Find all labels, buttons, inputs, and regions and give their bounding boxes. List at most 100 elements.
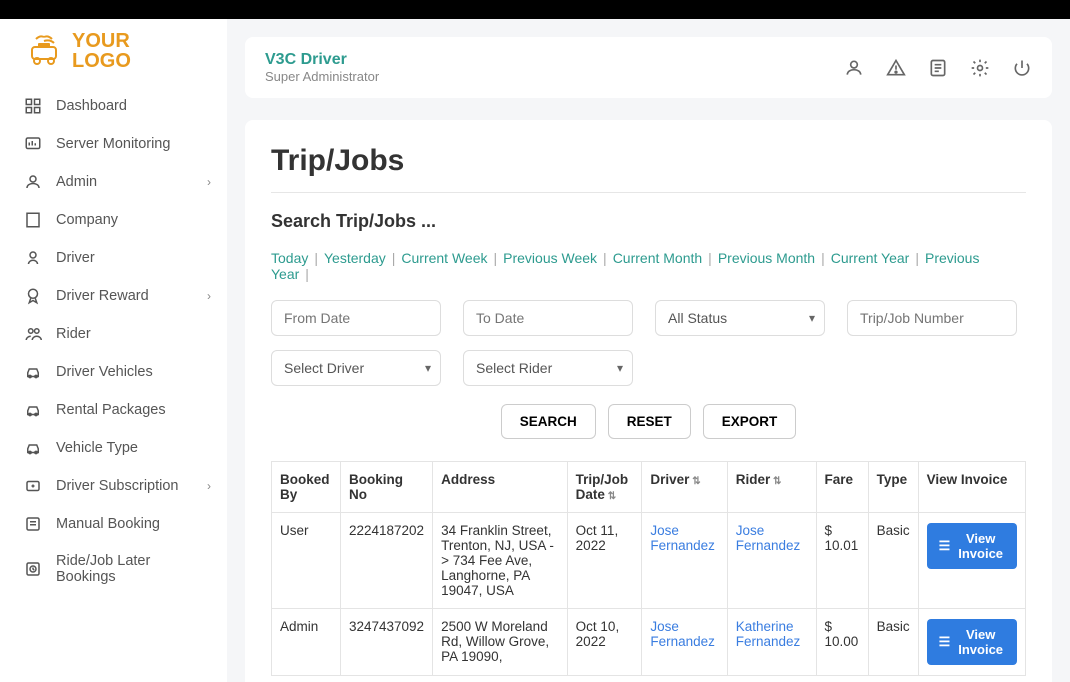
export-button[interactable]: EXPORT [703,404,797,439]
th-driver[interactable]: Driver [642,462,727,513]
trips-table: Booked By Booking No Address Trip/Job Da… [271,461,1026,676]
th-booked-by[interactable]: Booked By [272,462,341,513]
quick-link-previous-week[interactable]: Previous Week [503,250,597,266]
th-rider[interactable]: Rider [727,462,816,513]
brand-logo[interactable]: YOUR LOGO [0,31,227,87]
th-fare[interactable]: Fare [816,462,868,513]
car-icon [24,363,42,381]
sidebar-item-ride-job-later-bookings[interactable]: Ride/Job Later Bookings [0,543,227,595]
monitor-icon [24,135,42,153]
sidebar-item-dashboard[interactable]: Dashboard [0,87,227,125]
th-trip-date[interactable]: Trip/Job Date [567,462,642,513]
cell-date: Oct 11, 2022 [567,513,642,609]
topbar: V3C Driver Super Administrator [245,37,1052,98]
status-select[interactable]: All Status [655,300,825,336]
view-invoice-button[interactable]: ☰ View Invoice [927,619,1017,665]
to-date-input[interactable] [463,300,633,336]
user-icon[interactable] [844,58,864,78]
sidebar-item-manual-booking[interactable]: Manual Booking [0,505,227,543]
cell-fare: $ 10.01 [816,513,868,609]
sidebar-item-label: Driver Reward [56,288,149,304]
th-type[interactable]: Type [868,462,918,513]
th-booking-no[interactable]: Booking No [340,462,432,513]
rider-icon [24,325,42,343]
sidebar-item-driver-reward[interactable]: Driver Reward › [0,277,227,315]
nav-list: Dashboard Server Monitoring Admin › Company D… [0,87,227,595]
note-icon[interactable] [928,58,948,78]
rider-link[interactable]: Katherine Fernandez [736,619,801,649]
sidebar-item-label: Rider [56,326,91,342]
driver-link[interactable]: Jose Fernandez [650,523,715,553]
th-address[interactable]: Address [433,462,568,513]
driver-select[interactable]: Select Driver [271,350,441,386]
main-content: V3C Driver Super Administrator Trip/Jobs… [227,19,1070,682]
sidebar-item-label: Driver [56,250,95,266]
chevron-right-icon: › [207,289,211,303]
filters-row-1: All Status [271,300,1026,336]
cell-fare: $ 10.00 [816,609,868,676]
cell-booked-by: Admin [272,609,341,676]
quick-link-today[interactable]: Today [271,250,308,266]
power-icon[interactable] [1012,58,1032,78]
cell-address: 34 Franklin Street, Trenton, NJ, USA -> … [433,513,568,609]
company-icon [24,211,42,229]
cell-booking-no: 2224187202 [340,513,432,609]
sidebar-item-rider[interactable]: Rider [0,315,227,353]
sidebar-item-driver[interactable]: Driver [0,239,227,277]
sidebar-item-server-monitoring[interactable]: Server Monitoring [0,125,227,163]
th-view-invoice[interactable]: View Invoice [918,462,1025,513]
cell-rider: Katherine Fernandez [727,609,816,676]
quick-link-current-week[interactable]: Current Week [401,250,487,266]
cell-driver: Jose Fernandez [642,609,727,676]
quick-link-previous-month[interactable]: Previous Month [718,250,815,266]
quick-link-current-month[interactable]: Current Month [613,250,702,266]
cell-type: Basic [868,609,918,676]
sidebar-item-rental-packages[interactable]: Rental Packages [0,391,227,429]
reset-button[interactable]: RESET [608,404,691,439]
quick-link-current-year[interactable]: Current Year [831,250,910,266]
subscription-icon [24,477,42,495]
content-panel: Trip/Jobs Search Trip/Jobs ... Today|Yes… [245,120,1052,682]
brand-text: YOUR LOGO [72,31,131,71]
sidebar-item-label: Admin [56,174,97,190]
driver-icon [24,249,42,267]
brand-line1: YOUR [72,31,131,51]
table-row: User222418720234 Franklin Street, Trento… [272,513,1026,609]
sidebar-item-company[interactable]: Company [0,201,227,239]
dashboard-icon [24,97,42,115]
cell-booking-no: 3247437092 [340,609,432,676]
search-button[interactable]: SEARCH [501,404,596,439]
settings-icon[interactable] [970,58,990,78]
rider-select[interactable]: Select Rider [463,350,633,386]
rider-link[interactable]: Jose Fernandez [736,523,801,553]
booking-icon [24,515,42,533]
topbar-actions [844,58,1032,78]
sidebar-item-vehicle-type[interactable]: Vehicle Type [0,429,227,467]
from-date-input[interactable] [271,300,441,336]
separator: | [305,266,309,282]
sidebar-item-driver-subscription[interactable]: Driver Subscription› [0,467,227,505]
cell-rider: Jose Fernandez [727,513,816,609]
cell-address: 2500 W Moreland Rd, Willow Grove, PA 190… [433,609,568,676]
sidebar-item-label: Server Monitoring [56,136,170,152]
taxi-logo-icon [24,33,64,69]
view-invoice-button[interactable]: ☰ View Invoice [927,523,1017,569]
chevron-right-icon: › [207,175,211,189]
sidebar-item-driver-vehicles[interactable]: Driver Vehicles [0,353,227,391]
separator: | [392,250,396,266]
cell-actions: ☰ View Invoice [918,513,1025,609]
separator: | [821,250,825,266]
quick-link-yesterday[interactable]: Yesterday [324,250,386,266]
trip-number-input[interactable] [847,300,1017,336]
driver-link[interactable]: Jose Fernandez [650,619,715,649]
cell-type: Basic [868,513,918,609]
sidebar-item-admin[interactable]: Admin › [0,163,227,201]
car-icon [24,439,42,457]
car-icon [24,401,42,419]
sidebar-item-label: Company [56,212,118,228]
alert-icon[interactable] [886,58,906,78]
cell-driver: Jose Fernandez [642,513,727,609]
search-title: Search Trip/Jobs ... [271,211,1026,232]
table-row: Admin32474370922500 W Moreland Rd, Willo… [272,609,1026,676]
sidebar-item-label: Vehicle Type [56,440,138,456]
